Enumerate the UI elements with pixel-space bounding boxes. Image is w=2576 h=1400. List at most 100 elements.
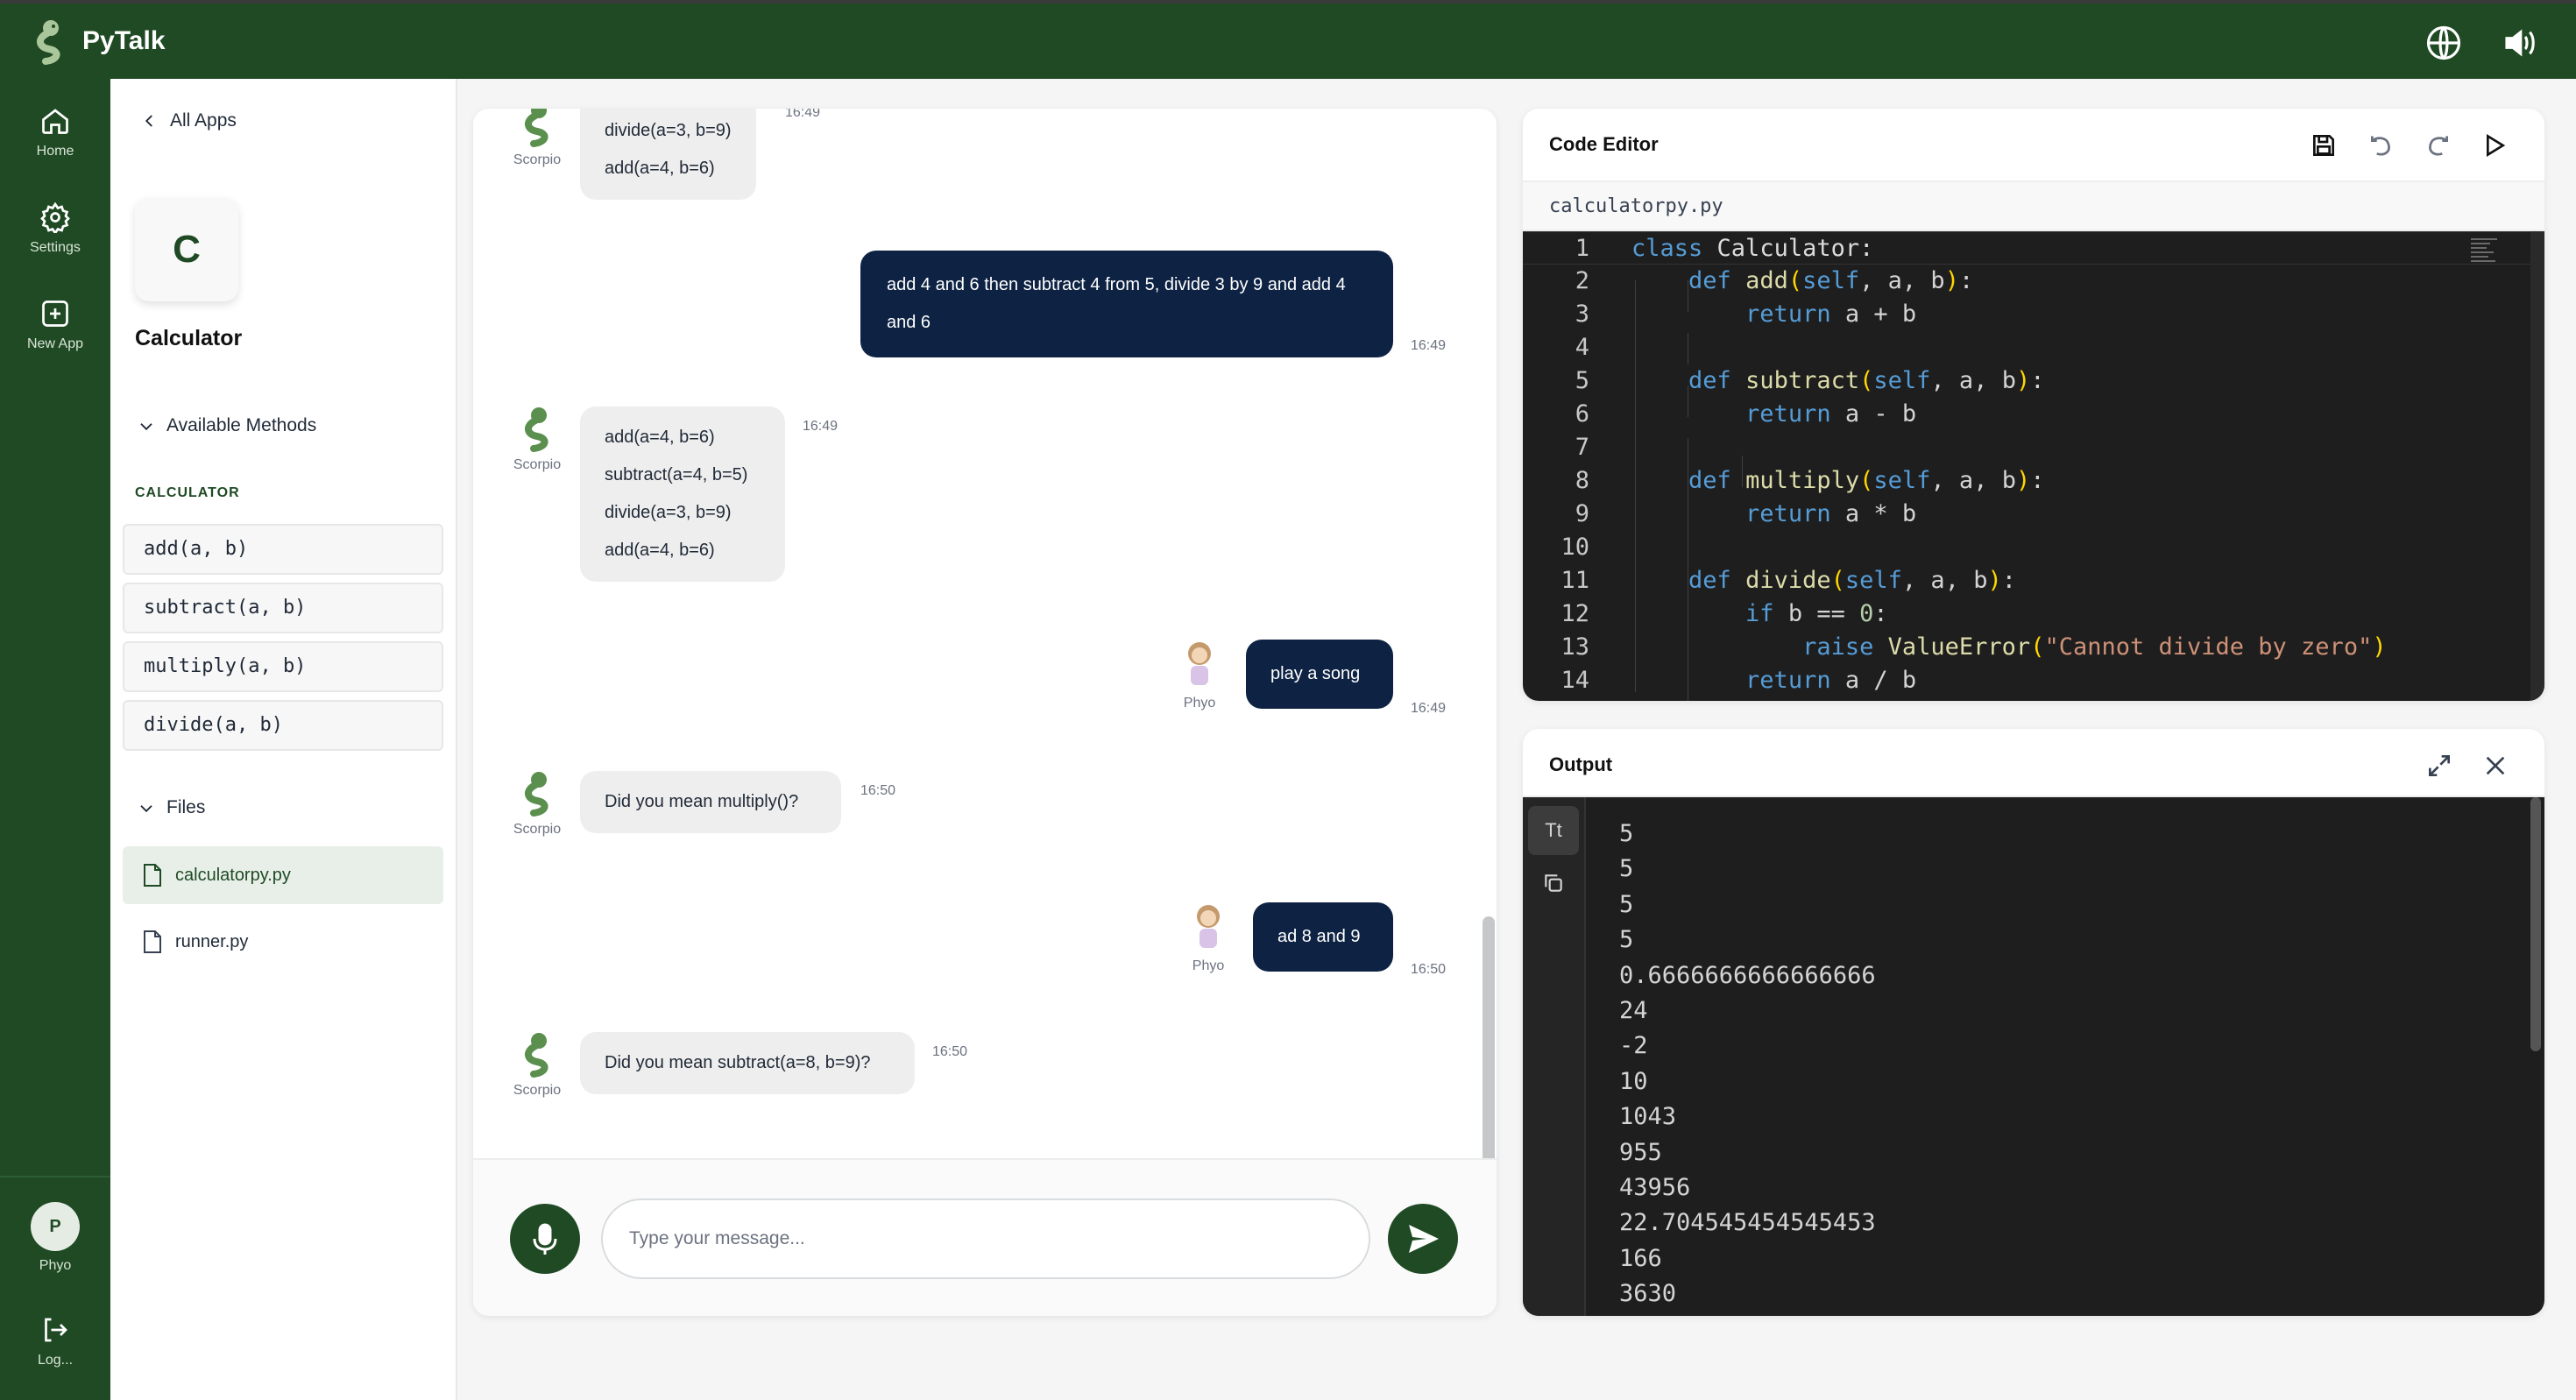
- method-divide[interactable]: divide(a, b): [123, 700, 443, 751]
- method-subtract[interactable]: subtract(a, b): [123, 583, 443, 633]
- bot-name: Scorpio: [513, 457, 562, 472]
- bot-name: Scorpio: [513, 822, 562, 837]
- output-toolbar: Tt: [1523, 797, 1586, 1316]
- expand-icon[interactable]: [2425, 752, 2453, 780]
- code-line: 8 def multiply(self, a, b):: [1523, 464, 2544, 498]
- copy-icon: [1545, 874, 1562, 892]
- bot-name: Scorpio: [513, 152, 562, 167]
- undo-icon[interactable]: [2367, 131, 2396, 159]
- user-message-bubble: ad 8 and 9: [1253, 902, 1393, 972]
- output-line: 43956: [1619, 1173, 1691, 1201]
- home-icon: [42, 109, 68, 134]
- output-title: Output: [1549, 753, 1613, 775]
- rail-home[interactable]: Home: [0, 105, 110, 159]
- message-time: 16:50: [860, 783, 896, 798]
- send-button[interactable]: [1388, 1204, 1458, 1274]
- output-console[interactable]: Tt 5 5 5 5 0.6666666666666666 24 -2 10 1…: [1523, 797, 2544, 1316]
- rail-settings[interactable]: Settings: [0, 202, 110, 256]
- method-add[interactable]: add(a, b): [123, 524, 443, 575]
- code-line: 9 return a * b: [1523, 498, 2544, 531]
- output-line: 22.704545454545453: [1619, 1209, 1876, 1237]
- output-line: -2: [1619, 1032, 1648, 1060]
- line-number: 8: [1575, 467, 1589, 494]
- line-number: 13: [1560, 633, 1589, 661]
- bot-message-line: add(a=4, b=6): [605, 159, 715, 178]
- brand[interactable]: PyTalk: [30, 18, 166, 65]
- code-line: 12 if b == 0:: [1523, 597, 2544, 631]
- line-number: 2: [1575, 267, 1589, 294]
- file-icon: [144, 930, 161, 953]
- bot-name: Scorpio: [513, 1083, 562, 1098]
- editor-header: Code Editor: [1523, 109, 2544, 182]
- file-runner[interactable]: runner.py: [123, 913, 443, 971]
- run-icon[interactable]: [2480, 131, 2508, 159]
- message-time: 16:49: [785, 109, 821, 120]
- user-message-bubble: play a song: [1246, 640, 1393, 709]
- bot-message-line: divide(a=3, b=9): [605, 121, 732, 140]
- copy-button[interactable]: [1528, 859, 1579, 908]
- message-input[interactable]: [601, 1198, 1370, 1279]
- rail-home-label: Home: [36, 144, 74, 159]
- logout-icon: [45, 1318, 67, 1342]
- output-scrollbar[interactable]: [2530, 797, 2541, 1051]
- code-area[interactable]: 1 class Calculator: 2 def add(self, a, b)…: [1523, 231, 2544, 701]
- code-line: 10: [1523, 531, 2544, 564]
- line-number: 6: [1575, 400, 1589, 428]
- code-line: 2 def add(self, a, b):: [1523, 265, 2544, 298]
- globe-icon[interactable]: [2425, 25, 2462, 61]
- user-avatar: Phyo: [1160, 638, 1239, 711]
- output-line: 5: [1619, 926, 1634, 954]
- snake-avatar-icon: [525, 1033, 548, 1078]
- message-time: 16:49: [1411, 338, 1447, 353]
- line-number: 9: [1575, 500, 1589, 527]
- editor-filename: calculatorpy.py: [1523, 182, 2544, 231]
- save-icon[interactable]: [2310, 131, 2338, 159]
- file-calculatorpy[interactable]: calculatorpy.py: [123, 846, 443, 904]
- user-name: Phyo: [1183, 696, 1216, 711]
- code-line: 13 raise ValueError("Cannot divide by ze…: [1523, 631, 2544, 664]
- code-scrollbar[interactable]: [2530, 231, 2544, 701]
- output-line: 5: [1619, 820, 1634, 847]
- left-rail: Home Settings New App P Phyo Log...: [0, 79, 110, 1400]
- code-minimap[interactable]: [2471, 238, 2506, 282]
- mic-button[interactable]: [510, 1204, 580, 1274]
- line-number: 5: [1575, 367, 1589, 394]
- user-name: Phyo: [1192, 958, 1225, 973]
- code-line: 6 return a - b: [1523, 398, 2544, 431]
- bot-message-bubble: Did you mean subtract(a=8, b=9)?: [580, 1032, 915, 1094]
- rail-logout[interactable]: Log...: [0, 1314, 110, 1368]
- output-line: 3630: [1619, 1280, 1677, 1308]
- method-multiply[interactable]: multiply(a, b): [123, 641, 443, 692]
- bot-avatar: Scorpio: [498, 405, 577, 473]
- code-line: 4: [1523, 331, 2544, 364]
- line-number: 14: [1560, 667, 1589, 694]
- message-time: 16:49: [1411, 701, 1447, 716]
- file-icon: [144, 864, 161, 887]
- rail-new-app[interactable]: New App: [0, 298, 110, 352]
- snake-avatar-icon: [525, 109, 548, 147]
- volume-icon[interactable]: [2501, 25, 2537, 61]
- code-line: 7: [1523, 431, 2544, 464]
- line-number: 4: [1575, 334, 1589, 361]
- rail-user-label: Phyo: [39, 1258, 72, 1273]
- line-number: 7: [1575, 434, 1589, 461]
- file-name: runner.py: [175, 931, 249, 951]
- rail-user[interactable]: P Phyo: [0, 1202, 110, 1274]
- close-icon[interactable]: [2481, 752, 2509, 780]
- bot-avatar: Scorpio: [498, 769, 577, 838]
- text-format-button[interactable]: Tt: [1528, 806, 1579, 855]
- app-title: PyTalk: [82, 26, 166, 55]
- bot-message-line: divide(a=3, b=9): [605, 503, 732, 522]
- files-toggle[interactable]: Files: [138, 797, 205, 818]
- output-lines: 5 5 5 5 0.6666666666666666 24 -2 10 1043…: [1619, 817, 1876, 1312]
- rail-logout-label: Log...: [37, 1353, 74, 1368]
- output-line: 5: [1619, 855, 1634, 883]
- output-line: 955: [1619, 1138, 1662, 1166]
- gear-icon: [40, 202, 70, 233]
- available-methods-toggle[interactable]: Available Methods: [138, 415, 316, 436]
- plus-square-icon: [42, 301, 68, 327]
- message-time: 16:50: [1411, 962, 1447, 977]
- line-number: 11: [1560, 567, 1589, 594]
- redo-icon[interactable]: [2424, 131, 2452, 159]
- back-to-all-apps[interactable]: All Apps: [142, 110, 237, 131]
